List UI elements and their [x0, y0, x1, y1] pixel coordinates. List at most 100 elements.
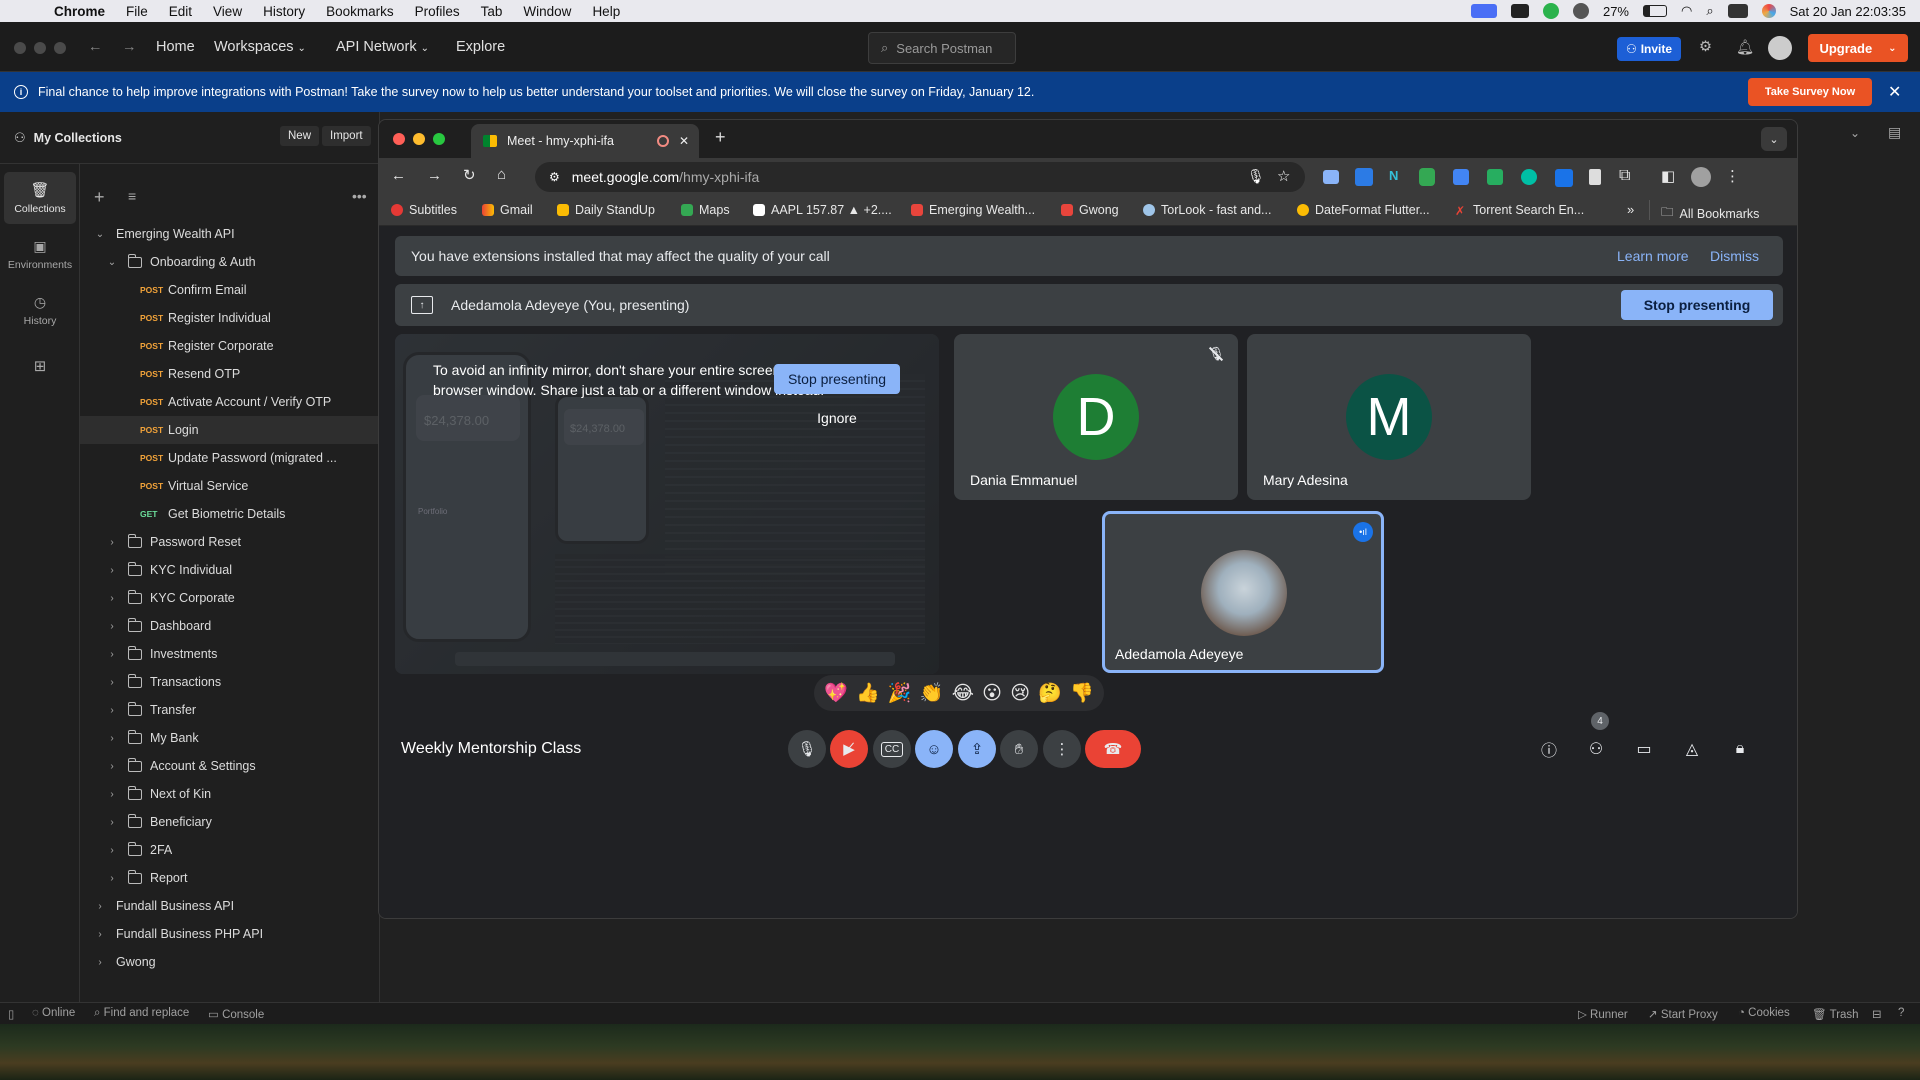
- menu-window[interactable]: Window: [523, 4, 571, 19]
- window-close-button[interactable]: [393, 133, 405, 145]
- extension-icon[interactable]: [1419, 168, 1435, 186]
- chevron-right-icon[interactable]: ›: [106, 789, 118, 800]
- menu-file[interactable]: File: [126, 4, 148, 19]
- bookmark-item[interactable]: Daily StandUp: [557, 203, 655, 217]
- bookmark-item[interactable]: Emerging Wealth...: [911, 203, 1035, 217]
- screen-share-status-icon[interactable]: [1470, 4, 1497, 18]
- close-icon[interactable]: ✕: [679, 134, 689, 148]
- extension-icon[interactable]: [1323, 170, 1339, 184]
- window-close-button[interactable]: [14, 42, 26, 54]
- plus-icon[interactable]: +: [94, 187, 105, 208]
- bookmark-item[interactable]: Subtitles: [391, 203, 457, 217]
- people-button[interactable]: ⚇ 4: [1581, 712, 1611, 764]
- clock[interactable]: Sat 20 Jan 22:03:35: [1790, 4, 1906, 19]
- notification-icon[interactable]: [1510, 4, 1529, 18]
- ignore-button[interactable]: Ignore: [783, 410, 891, 426]
- tree-folder[interactable]: › KYC Corporate: [80, 584, 380, 612]
- tree-collection[interactable]: › Gwong: [80, 948, 380, 976]
- chevron-right-icon[interactable]: ›: [106, 873, 118, 884]
- invite-button[interactable]: ⚇ Invite: [1617, 37, 1681, 61]
- participant-tile[interactable]: M Mary Adesina: [1247, 334, 1531, 500]
- home-icon[interactable]: ⌂: [497, 166, 506, 183]
- tree-folder[interactable]: › Transfer: [80, 696, 380, 724]
- take-survey-button[interactable]: Take Survey Now: [1748, 78, 1872, 106]
- participant-tile[interactable]: 🎙︎ D Dania Emmanuel: [954, 334, 1238, 500]
- window-zoom-button[interactable]: [433, 133, 445, 145]
- status-trash[interactable]: 🗑︎ Trash: [1812, 1007, 1859, 1021]
- tree-request[interactable]: POST Register Corporate: [80, 332, 380, 360]
- status-console[interactable]: ▭ Console: [208, 1007, 264, 1021]
- tree-request[interactable]: POST Resend OTP: [80, 360, 380, 388]
- bookmark-item[interactable]: ✗ Torrent Search En...: [1455, 203, 1584, 218]
- raise-hand-button[interactable]: ✋︎: [1000, 730, 1038, 768]
- chevron-right-icon[interactable]: ›: [106, 761, 118, 772]
- nav-api-network[interactable]: API Network ⌄: [336, 39, 429, 55]
- chevron-right-icon[interactable]: ›: [106, 817, 118, 828]
- tree-folder[interactable]: › Transactions: [80, 668, 380, 696]
- extension-icon[interactable]: [1453, 169, 1469, 185]
- more-options-button[interactable]: ⋮: [1043, 730, 1081, 768]
- window-minimize-button[interactable]: [413, 133, 425, 145]
- tree-collection[interactable]: › Fundall Business PHP API: [80, 920, 380, 948]
- avatar[interactable]: [1768, 36, 1792, 60]
- extension-icon[interactable]: N: [1389, 168, 1398, 183]
- reaction-thumbs-down[interactable]: 👎: [1070, 681, 1094, 705]
- extension-icon[interactable]: [1589, 169, 1601, 185]
- more-icon[interactable]: •••: [352, 188, 367, 204]
- window-zoom-button[interactable]: [54, 42, 66, 54]
- status-cookies[interactable]: ◔ Cookies: [1738, 1007, 1790, 1019]
- nav-explore[interactable]: Explore: [456, 39, 505, 55]
- bookmark-item[interactable]: AAPL 157.87 ▲ +2....: [753, 203, 892, 217]
- help-icon[interactable]: ?: [1898, 1007, 1904, 1019]
- status-proxy[interactable]: ↗ Start Proxy: [1648, 1007, 1718, 1021]
- bell-icon[interactable]: 🔔︎: [1736, 39, 1754, 56]
- battery-icon[interactable]: [1643, 5, 1667, 17]
- bookmark-item[interactable]: Gwong: [1061, 203, 1119, 217]
- dismiss-button[interactable]: Dismiss: [1710, 248, 1759, 264]
- tree-folder[interactable]: › Report: [80, 864, 380, 892]
- window-minimize-button[interactable]: [34, 42, 46, 54]
- rail-environments[interactable]: ▣ Environments: [4, 228, 76, 280]
- captions-button[interactable]: CC: [873, 730, 911, 768]
- side-panel-icon[interactable]: ◧: [1661, 167, 1675, 185]
- settings-icon[interactable]: ⚙: [1699, 39, 1712, 55]
- reactions-button[interactable]: ☺: [915, 730, 953, 768]
- host-controls-button[interactable]: 🔒︎: [1725, 734, 1755, 764]
- reaction-surprised[interactable]: 😮: [982, 682, 1002, 705]
- spotlight-icon[interactable]: ⌕: [1706, 3, 1713, 19]
- camera-off-button[interactable]: ▶̸: [830, 730, 868, 768]
- tree-request[interactable]: GET Get Biometric Details: [80, 500, 380, 528]
- import-button[interactable]: Import: [322, 126, 371, 146]
- kebab-menu-icon[interactable]: ⋮: [1725, 167, 1740, 185]
- extensions-puzzle-icon[interactable]: ⧉: [1619, 167, 1630, 185]
- postman-search[interactable]: ⌕ Search Postman: [868, 32, 1016, 64]
- filter-icon[interactable]: ≡: [128, 188, 136, 204]
- reaction-thumbs-up[interactable]: 👍: [856, 681, 880, 705]
- bookmark-item[interactable]: DateFormat Flutter...: [1297, 203, 1430, 217]
- participant-tile-self[interactable]: •ıl Adedamola Adeyeye: [1102, 511, 1384, 673]
- back-arrow-icon[interactable]: ←: [88, 39, 103, 55]
- siri-icon[interactable]: [1761, 4, 1776, 18]
- chevron-right-icon[interactable]: ›: [94, 929, 106, 940]
- tree-request[interactable]: POST Update Password (migrated ...: [80, 444, 380, 472]
- new-button[interactable]: New: [280, 126, 320, 146]
- tree-folder[interactable]: › 2FA: [80, 836, 380, 864]
- layout-icon[interactable]: ▤: [1888, 124, 1901, 141]
- menu-history[interactable]: History: [263, 4, 305, 19]
- menu-tab[interactable]: Tab: [481, 4, 503, 19]
- profile-avatar[interactable]: [1691, 167, 1711, 187]
- nav-workspaces[interactable]: Workspaces ⌄: [214, 39, 306, 55]
- chevron-right-icon[interactable]: ›: [94, 901, 106, 912]
- rail-history[interactable]: ◷ History: [4, 284, 76, 336]
- activities-button[interactable]: ◬: [1677, 734, 1707, 764]
- star-icon[interactable]: ☆: [1277, 167, 1290, 185]
- reaction-party[interactable]: 🎉: [888, 681, 912, 705]
- reaction-laugh[interactable]: 😂: [952, 682, 974, 705]
- tree-collection[interactable]: › Fundall Business API: [80, 892, 380, 920]
- reload-icon[interactable]: ↻: [463, 166, 476, 184]
- close-icon[interactable]: ✕: [1888, 82, 1901, 102]
- leave-call-button[interactable]: ☎︎: [1085, 730, 1141, 768]
- chevron-right-icon[interactable]: ›: [106, 845, 118, 856]
- learn-more-link[interactable]: Learn more: [1617, 248, 1689, 264]
- status-online[interactable]: ◌ Online: [32, 1007, 75, 1019]
